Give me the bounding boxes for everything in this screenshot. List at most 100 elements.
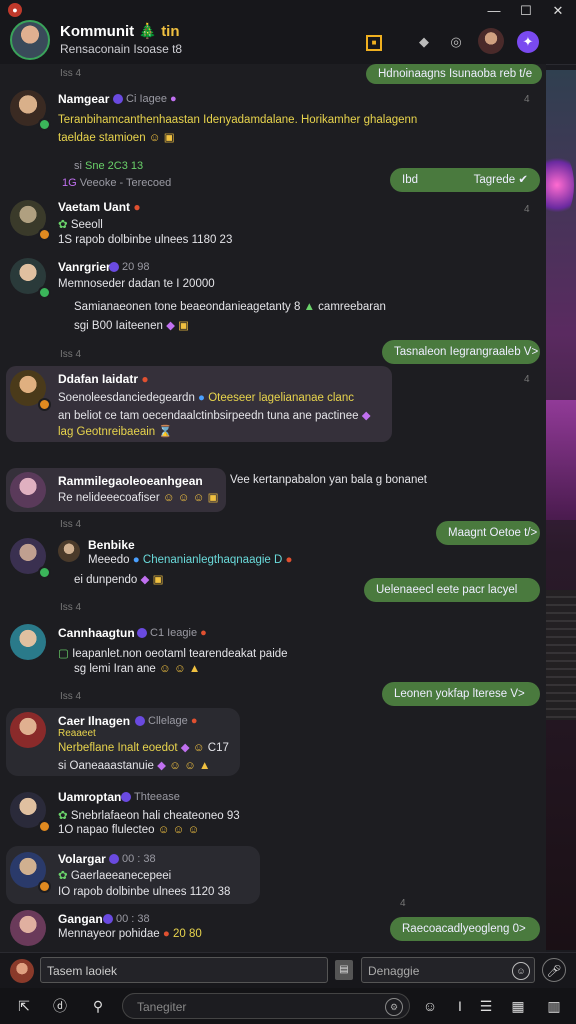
boost-icon[interactable]: ✦ [517,31,539,53]
date-separator: Iss 4 [60,519,82,530]
bottom-toolbar: ⇱ ⓓ ⚲ Tanegiter ⚙ ☺ I ☰ ▦ ▥ [0,988,576,1024]
online-status-icon [38,566,51,579]
message-text: 1O napao flulecteo ☺ ☺ ☺ [58,824,199,836]
search-icon[interactable]: ⚲ [88,996,108,1016]
message-text: Teranbihamcanthenhaastan Idenyadamdalane… [58,114,418,126]
outgoing-message[interactable]: Tasnaleon Iegrangraaleb V> [382,340,540,364]
outgoing-message[interactable]: Leonen yokfap lterese V> [382,682,540,706]
sparkle-icon: ✿ [58,870,68,882]
settings-icon[interactable]: ⚙ [385,998,403,1016]
message-text: lag Geotnreibaeain ⌛ [58,424,173,438]
date-separator: Iss 4 [60,68,82,79]
message-time: C1 Ieagie [150,627,198,639]
sender-name[interactable]: Vaetam Uant ● [58,200,141,214]
sender-name[interactable]: Gangan [58,912,103,926]
message-text: an beliot ce tam oecendaalctinbsirpeedn … [58,408,371,422]
avatar[interactable] [10,910,46,946]
message-text-part: si Oaneaaastanuie [58,760,154,772]
message-input[interactable]: Tasem laoiek [40,957,328,983]
keyboard-icon[interactable]: ▦ [508,996,528,1016]
pin-icon[interactable]: ■ [366,35,382,51]
mention-icon[interactable]: ⓓ [50,996,70,1016]
cup-emoji-icon: ▣ [178,320,190,332]
message-text: Reaaeet [58,728,96,739]
verified-badge-icon [103,914,113,925]
message-text: Soenoleesdanciedegeardn ● Oteeseer lagel… [58,392,354,404]
sender-name[interactable]: Cannhaagtun [58,626,135,640]
verified-badge-icon [135,716,145,727]
thread-info: si Sne 2C3 13 [74,160,144,172]
outgoing-text: Tagrede [473,174,516,186]
search-input[interactable]: Tanegiter ⚙ [122,993,410,1019]
smile-emoji-icon: ☺ [192,742,205,754]
sender-name[interactable]: Uamroptan [58,790,121,804]
text-cursor-icon[interactable]: I [450,996,470,1016]
share-icon[interactable]: ⇱ [14,996,34,1016]
list-icon[interactable]: ☰ [476,996,496,1016]
attach-icon[interactable]: ◎ [446,32,466,52]
outgoing-message[interactable]: Uelenaeecl eete pacr lacyel [364,578,540,602]
thread-count: Sne 2C3 13 [85,160,144,172]
sender-name[interactable]: Vanrgrier [58,260,111,274]
message-text-part: C17 [207,742,229,754]
message-text-part: Chenanianlegthaqnaagie D [142,554,283,566]
sender-name[interactable]: Benbike [88,538,135,552]
avatar[interactable] [10,472,46,508]
sender-name[interactable]: Ddafan Iaidatr ● [58,372,149,386]
message-text-part: taeldae stamioen [58,132,146,144]
maximize-button[interactable]: ☐ [516,2,536,20]
blue-emoji-icon: ● [198,392,205,404]
message-text-part: Soenoleesdanciedegeardn [58,392,195,404]
message-text-part: Seeoll [70,219,103,231]
date-separator: Iss 4 [60,602,82,613]
verified-badge-icon [137,628,147,639]
title-bar: ● — ☐ ✕ Kommunit 🎄 tin Rensaconain Isoas… [0,0,576,65]
channel-title-text: Kommunit [60,23,135,40]
message-text: Memnoseder dadan te I 20000 [58,278,215,290]
message-text: Nerbeflane Inalt eoedot ◆ ☺ C17 [58,740,229,754]
tag-emoji-icon: ◆ [361,410,371,422]
message-composer: Tasem laoiek ▤ Denaggie ☺ 🎤︎ [0,952,576,989]
my-avatar[interactable] [10,959,34,983]
microphone-icon[interactable]: 🎤︎ [542,958,566,982]
sender-name[interactable]: Namgear [58,92,109,106]
laugh-emoji-icon: ☺ ☺ ☺ ▣ [162,492,219,504]
sender-name[interactable]: Rammilegaoleoeanhgean [58,474,203,488]
smile-emoji-icon: ☺ ▣ [148,132,175,144]
close-button[interactable]: ✕ [548,2,568,20]
message-text-part: Meeedo [88,554,130,566]
secondary-input[interactable]: Denaggie [361,957,535,983]
thread-info: 1G Veeoke - Terecoed [62,177,171,189]
avatar[interactable] [10,624,46,660]
message-text: ✿ Gaerlaeeanecepeei [58,868,171,882]
gift-icon: ▢ [58,648,69,660]
outgoing-message[interactable]: Ibd Tagrede ✔ [390,168,540,192]
avatar[interactable] [10,712,46,748]
verified-badge-icon [113,94,123,105]
mute-icon[interactable]: ◆ [414,32,434,52]
chat-panel: Iss 4 Hdnoinaagns Isunaoba reb t/e Namge… [0,64,546,952]
outgoing-message[interactable]: Hdnoinaagns Isunaoba reb t/e [366,64,542,84]
message-text: taeldae stamioen ☺ ▣ [58,130,175,144]
outgoing-message[interactable]: Maagnt Oetoe t/> [436,521,540,545]
attachment-icon[interactable]: ▤ [335,960,353,980]
outgoing-message[interactable]: Raecoacadlyeogleng 0> [390,917,540,941]
sender-name[interactable]: Volargar [58,852,106,866]
emoji-icon[interactable]: ☺ [420,996,440,1016]
online-status-icon [38,286,51,299]
message-text: ✿ Seeoll [58,217,103,231]
channel-avatar[interactable] [10,20,50,60]
user-avatar-icon[interactable] [478,28,504,54]
away-status-icon [38,228,51,241]
minimize-button[interactable]: — [484,2,504,20]
verified-badge-icon [109,262,119,273]
verified-badge-icon [121,792,131,803]
sender-name[interactable]: Caer Ilnagen [58,714,130,728]
laugh-emoji-icon: ☺ ☺ ▲ [169,760,211,772]
emoji-picker-icon[interactable]: ☺ [512,962,530,980]
message-text: ei dunpendo ◆ ▣ [74,572,163,586]
heart-emoji-icon: ● [200,627,207,639]
layout-icon[interactable]: ▥ [544,996,564,1016]
message-text-part: Oteeseer lageliananae clanc [208,392,354,404]
date-separator: Iss 4 [60,349,82,360]
